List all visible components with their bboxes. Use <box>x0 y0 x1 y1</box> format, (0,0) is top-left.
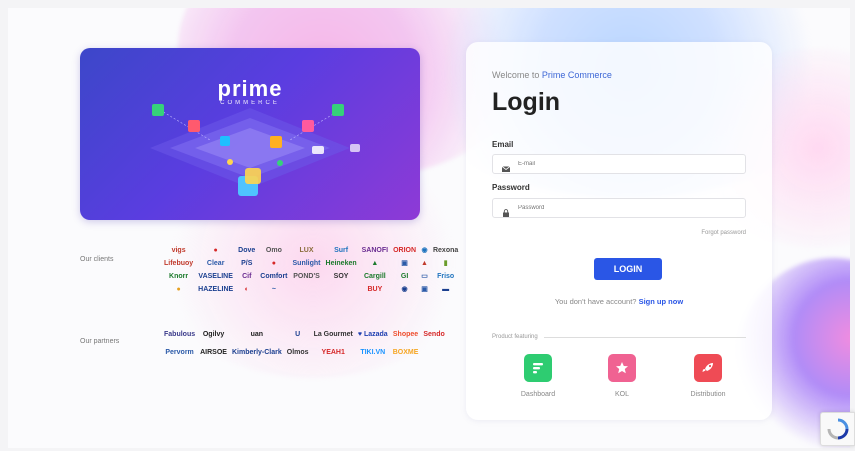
client-logo: ◐ <box>244 286 249 293</box>
client-logo: LUX <box>299 247 314 254</box>
password-input[interactable] <box>518 205 718 211</box>
partner-logo: YEAH1 <box>321 349 345 356</box>
client-logo: ● <box>176 286 181 293</box>
client-logo: HAZELINE <box>198 286 234 293</box>
welcome-text: Welcome to Prime Commerce <box>492 70 612 80</box>
partners-label: Our partners <box>80 338 120 345</box>
page: prime COMMERCE Our clients vigs ● Dove Omo L… <box>8 8 850 448</box>
feature-label: Dashboard <box>520 391 556 398</box>
feature-label: Distribution <box>690 391 726 398</box>
login-card: Welcome to Prime Commerce Login Email Pa… <box>466 42 772 420</box>
client-logo: ▣ <box>401 260 408 267</box>
partner-logo: Shopee <box>392 331 419 338</box>
partners-logo-grid: Fabulous Ogilvy uan U La Gourmet ♥ Lazada Shop… <box>164 330 445 358</box>
no-account-text: You don't have account? <box>554 297 637 306</box>
client-logo: ▭ <box>421 273 428 280</box>
email-field[interactable] <box>492 154 746 174</box>
client-logo: P/S <box>241 260 253 267</box>
hero-logo-text: prime <box>217 76 283 101</box>
client-logo: vigs <box>171 247 186 254</box>
client-logo: ● <box>213 247 218 254</box>
partner-logo: Pervorm <box>165 349 194 356</box>
client-logo: ~ <box>271 286 276 293</box>
partner-logo: BOXME <box>392 349 419 356</box>
email-label: Email <box>492 140 514 149</box>
recaptcha-icon <box>827 418 849 440</box>
client-logo: Clear <box>206 260 225 267</box>
client-logo: Omo <box>265 247 282 254</box>
signup-link[interactable]: Sign up now <box>639 297 684 306</box>
client-logo: Cif <box>242 273 252 280</box>
signup-row: You don't have account? Sign up now <box>466 297 772 306</box>
lock-icon <box>502 204 510 217</box>
client-logo: Surf <box>334 247 349 254</box>
hero-banner: prime COMMERCE <box>80 48 420 220</box>
partner-logo: TIKI.VN <box>360 349 386 356</box>
partner-logo: Sendo <box>423 331 445 338</box>
client-logo: Cargill <box>363 273 386 280</box>
client-logo: ▲ <box>371 260 379 267</box>
client-logo: Sunlight <box>292 260 321 267</box>
partner-logo: AIRSOE <box>200 349 227 356</box>
feature-label: KOL <box>614 391 629 398</box>
client-logo: VASELINE <box>198 273 233 280</box>
partner-logo: Kimberly-Clark <box>231 349 282 356</box>
client-logo: Heineken <box>325 260 357 267</box>
clients-logo-grid: vigs ● Dove Omo LUX Surf SANOFI ORION ◉ Rexona Lif… <box>164 246 458 295</box>
partner-logo: Olmos <box>286 349 309 356</box>
dashboard-icon <box>524 354 552 382</box>
brand-name: Prime Commerce <box>541 70 612 80</box>
feature-kol[interactable]: KOL <box>592 354 652 398</box>
email-input[interactable] <box>518 161 718 167</box>
client-logo: ● <box>271 260 277 267</box>
client-logo: ▮ <box>443 260 448 267</box>
client-logo: GI <box>400 273 409 280</box>
product-featuring-title: Product featuring <box>492 334 538 340</box>
client-logo: Dove <box>238 247 256 254</box>
client-logo: Knorr <box>169 273 189 280</box>
product-featuring-heading: Product featuring <box>492 334 746 340</box>
partner-logo: uan <box>250 331 264 338</box>
feature-distribution[interactable]: Distribution <box>678 354 738 398</box>
star-icon <box>608 354 636 382</box>
clients-label: Our clients <box>80 256 114 263</box>
partner-logo: La Gourmet <box>313 331 353 338</box>
partner-logo: ♥ Lazada <box>357 331 388 338</box>
page-title: Login <box>492 88 561 116</box>
password-field[interactable] <box>492 198 746 218</box>
partner-logo: Fabulous <box>164 331 196 338</box>
rocket-icon <box>694 354 722 382</box>
recaptcha-badge[interactable] <box>820 412 855 446</box>
client-logo: ▲ <box>421 260 428 267</box>
client-logo: ▬ <box>442 286 450 293</box>
partner-logo: Ogilvy <box>202 331 225 338</box>
password-label: Password <box>492 183 530 192</box>
divider <box>543 336 746 338</box>
client-logo: ◉ <box>421 247 428 254</box>
client-logo: Comfort <box>260 273 288 280</box>
feature-dashboard[interactable]: Dashboard <box>508 354 568 398</box>
client-logo: Friso <box>437 273 455 280</box>
client-logo: POND'S <box>293 273 320 280</box>
forgot-password-link[interactable]: Forgot password <box>701 230 746 236</box>
partner-logo: U <box>295 331 301 338</box>
client-logo: ▣ <box>421 286 428 293</box>
client-logo: Lifebuoy <box>164 260 194 267</box>
client-logo: ◉ <box>401 286 408 293</box>
login-button[interactable]: LOGIN <box>594 258 662 280</box>
welcome-prefix: Welcome to <box>492 70 542 80</box>
hero-illustration <box>150 104 360 196</box>
envelope-icon <box>501 160 511 172</box>
client-logo: SOY <box>333 273 349 280</box>
client-logo: SANOFI <box>361 247 389 254</box>
client-logo: ORION <box>393 247 417 254</box>
client-logo: BUY <box>367 286 383 293</box>
hero-logo-subtext: COMMERCE <box>220 100 280 106</box>
client-logo: Rexona <box>432 247 459 254</box>
